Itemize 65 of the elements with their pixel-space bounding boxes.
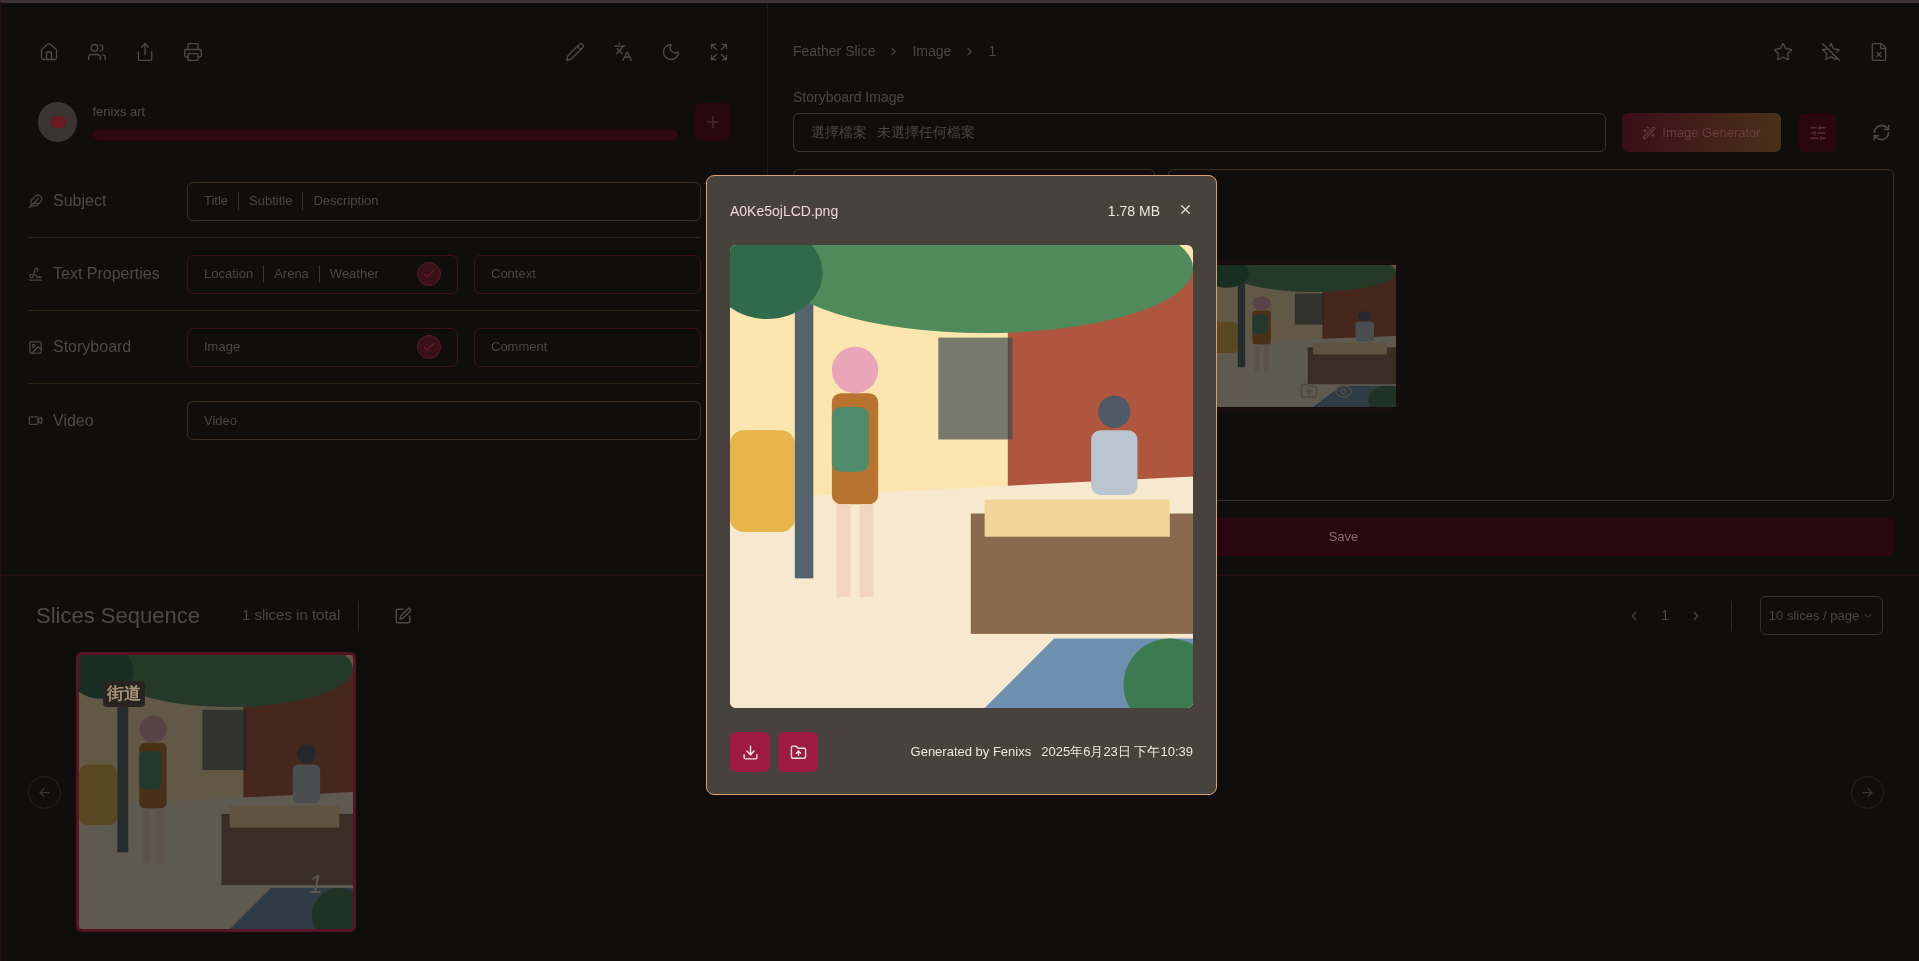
field-placeholder: Comment <box>491 338 548 357</box>
translate-icon[interactable] <box>613 41 633 62</box>
folder-upload-icon <box>789 743 807 761</box>
check-icon[interactable] <box>417 335 441 359</box>
input-field[interactable]: Title Subtitle Description <box>187 181 701 221</box>
field-placeholder: Video <box>204 411 237 430</box>
slice-count: 1 slices in total <box>241 605 341 626</box>
moon-icon[interactable] <box>661 41 681 62</box>
eye-icon[interactable] <box>1334 382 1353 401</box>
input-field[interactable]: Location Arena Weather <box>187 254 458 294</box>
file-name: A0Ke5ojLCD.png <box>730 201 840 221</box>
add-button[interactable] <box>695 103 730 141</box>
upload-button[interactable] <box>778 732 818 772</box>
field-placeholder: Context <box>491 265 536 284</box>
pencil-icon[interactable] <box>565 41 585 62</box>
input-field[interactable]: Image <box>187 327 458 367</box>
printer-icon[interactable] <box>183 41 203 62</box>
timestamp: 2025年6月23日 下午10:39 <box>1041 743 1193 762</box>
signature-icon <box>28 266 43 282</box>
file-x-icon[interactable] <box>1869 41 1889 62</box>
file-size: 1.78 MB <box>1107 201 1160 221</box>
video-camera-icon <box>28 413 43 428</box>
field-placeholder: Subtitle <box>249 192 293 211</box>
field-placeholder: Weather <box>329 265 379 284</box>
edit-icon[interactable] <box>394 606 413 625</box>
row-label: Subject <box>53 191 107 211</box>
section-label: Storyboard Image <box>793 88 906 107</box>
arrow-right-icon <box>1860 784 1875 800</box>
row-label: Text Properties <box>53 264 160 284</box>
field-placeholder: Image <box>204 338 241 357</box>
breadcrumb-item[interactable]: Image <box>912 41 952 62</box>
feather-icon <box>28 193 43 209</box>
field-placeholder: Arena <box>274 265 309 284</box>
check-icon[interactable] <box>417 262 441 286</box>
star-icon[interactable] <box>1773 41 1793 62</box>
image-icon <box>28 339 43 355</box>
folder-upload-icon[interactable] <box>1300 382 1318 400</box>
page-number[interactable]: 1 <box>1661 605 1669 626</box>
credit-text: Generated by Fenixs <box>910 743 1032 762</box>
profile-name: fenixs art <box>92 103 147 122</box>
field-placeholder: Location <box>204 265 254 284</box>
download-icon <box>741 743 759 761</box>
download-button[interactable] <box>730 732 770 772</box>
sparkle-wand-icon <box>1642 125 1657 140</box>
breadcrumb-item[interactable]: Feather Slice <box>793 41 876 62</box>
refresh-icon[interactable] <box>1872 123 1891 142</box>
section-title: Slices Sequence <box>36 602 200 630</box>
slice-caption: 街道 <box>103 681 145 707</box>
input-field[interactable]: Comment <box>474 327 701 367</box>
field-placeholder: Description <box>313 192 379 211</box>
page-size-select[interactable]: 10 slices / page <box>1760 596 1883 635</box>
row-label: Storyboard <box>53 337 132 357</box>
input-field[interactable]: Video <box>187 401 701 440</box>
field-placeholder: Title <box>204 192 229 211</box>
upload-icon[interactable] <box>135 41 155 62</box>
users-icon[interactable] <box>87 41 107 62</box>
star-off-icon[interactable] <box>1821 41 1841 62</box>
input-field[interactable]: Context <box>474 254 701 294</box>
settings-button[interactable] <box>1799 113 1836 152</box>
avatar <box>38 102 78 142</box>
row-label: Video <box>53 410 94 431</box>
sliders-icon <box>1808 123 1827 142</box>
expand-icon[interactable] <box>709 41 729 62</box>
breadcrumb-item[interactable]: 1 <box>988 41 997 62</box>
home-icon[interactable] <box>39 41 59 62</box>
